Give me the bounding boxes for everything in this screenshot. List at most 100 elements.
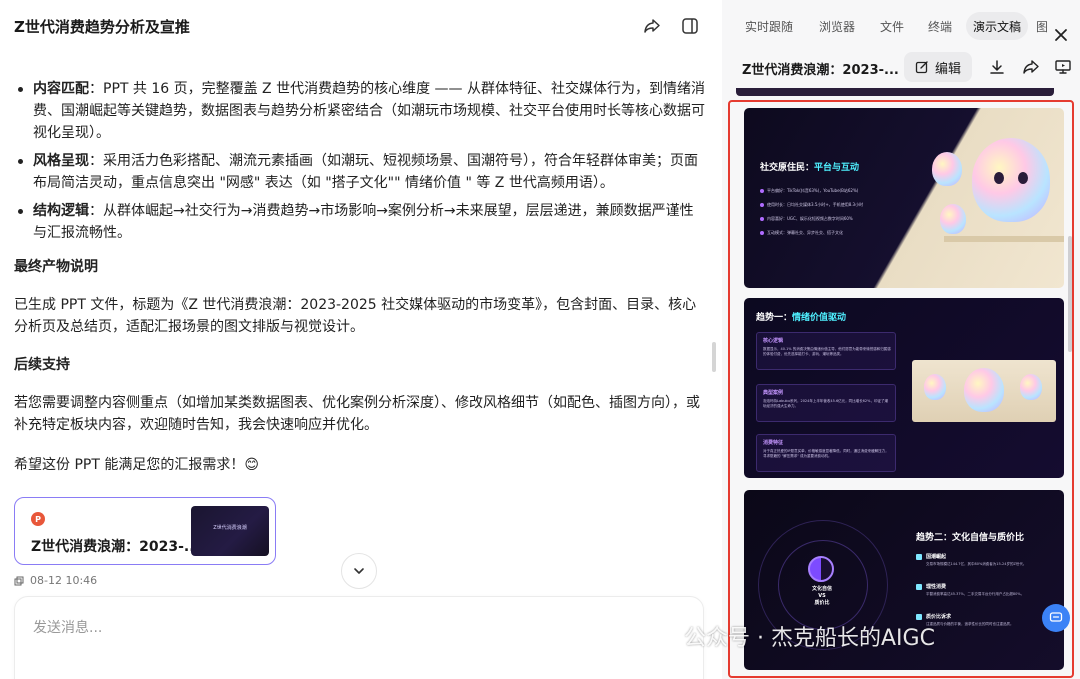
list-item: 内容匹配：PPT 共 16 页，完整覆盖 Z 世代消费趋势的核心维度 —— 从群… [14,78,706,144]
slide-title-prefix: 趋势一： [756,313,793,323]
chevron-down-icon [354,568,364,574]
feature-heading: 理性消费 [926,584,947,590]
slide-bullet: 互动模式：弹幕社交、异步社交、搭子文化 [760,230,843,236]
document-title: Z世代消费浪潮：2023-... [742,63,899,78]
info-box-text: 数据显示，40.1% 的消费决策由情绪价值主导，他们愿意为能带来愉悦感和归属感的… [763,347,891,356]
slide-title: 趋势二：文化自信与质价比 [916,533,1025,543]
figure-illustration [1020,374,1042,400]
mascot-illustration [964,368,1004,412]
preview-tabs: 实时跟随 浏览器 文件 终端 演示文稿 图 [722,12,1080,42]
previous-slide-edge [736,88,1054,96]
watermark-text: 公众号 · 杰克船长的AIGC [684,626,935,651]
paragraph: 若您需要调整内容侧重点（如增加某类数据图表、优化案例分析深度）、修改风格细节（如… [14,395,700,433]
bullet-text: ：PPT 共 16 页，完整覆盖 Z 世代消费趋势的核心维度 —— 从群体特征、… [33,81,705,141]
feature-icon [916,554,922,560]
yin-yang-icon [808,556,834,582]
slide-title-prefix: 社交原住民： [760,163,815,173]
download-icon[interactable] [988,58,1006,76]
bullet-label: 内容匹配 [33,81,89,97]
message-input[interactable]: 发送消息... [14,596,704,679]
present-icon[interactable] [1054,58,1072,76]
slide-emotional-value[interactable]: 趋势一：情绪价值驱动 核心逻辑 数据显示，40.1% 的消费决策由情绪价值主导，… [744,298,1064,478]
edit-icon [915,61,928,74]
bullet-label: 风格呈现 [33,153,89,169]
bullet-text: ：从群体崛起→社交行为→消费趋势→市场影响→案例分析→未来展望，层层递进，兼顾数… [33,203,694,241]
chat-header: Z世代消费趋势分析及宣推 [0,0,718,54]
feature-icon [916,584,922,590]
info-box: 消费特征 对于真正热爱的IP愿意买单，价格敏感度显著降低。同时，通过消费来缓解压… [756,434,896,472]
input-placeholder: 发送消息... [33,620,103,636]
file-name: Z世代消费浪潮：2023-... [31,539,200,555]
chat-icon [1049,612,1063,622]
document-toolbar: Z世代消费浪潮：2023-... 编辑 [722,52,1080,82]
paragraph: 已生成 PPT 文件，标题为《Z 世代消费浪潮：2023-2025 社交媒体驱动… [14,297,697,335]
ppt-file-card[interactable]: P Z世代消费浪潮：2023-... Z世代消费浪潮 [14,497,276,565]
info-box-heading: 核心逻辑 [763,338,784,344]
bullet-label: 结构逻辑 [33,203,89,219]
figure-illustration [940,204,966,234]
close-icon[interactable] [1052,26,1070,44]
thumbnail-title: Z世代消费浪潮 [213,525,247,531]
message-timestamp: 08-12 10:46 [14,574,97,587]
info-box-text: 对于真正热爱的IP愿意买单，价格敏感度显著降低。同时，通过消费来缓解压力，寻求慰… [763,449,889,458]
slide-bullet-text: 平台偏好：TikTok(抖音63%)，YouTube(B站62%) [767,188,859,193]
slide-bullet-text: 互动模式：弹幕社交、异步社交、搭子文化 [767,230,843,235]
tab-files[interactable]: 文件 [872,12,912,40]
feature-text: 注重品质与价格的平衡，追求性价比的同时也注重品质。 [926,622,1014,626]
slides-scrollbar[interactable] [1068,236,1072,352]
slide-social-natives[interactable]: 社交原住民：平台与互动 平台偏好：TikTok(抖音63%)，YouTube(B… [744,108,1064,288]
info-box: 典型案例 泡泡玛特Labubu系列，2024年上半年营收45.6亿元，同比增长6… [756,384,896,422]
info-box: 核心逻辑 数据显示，40.1% 的消费决策由情绪价值主导，他们愿意为能带来愉悦感… [756,332,896,370]
slide-image [912,360,1056,422]
chat-panel: Z世代消费趋势分析及宣推 内容匹配：PPT 共 16 页，完整覆盖 Z 世代消费… [0,0,718,679]
mascot-illustration [972,138,1050,222]
slide-title: 社交原住民：平台与互动 [760,160,859,173]
info-box-text: 泡泡玛特Labubu系列，2024年上半年营收45.6亿元，同比增长62%，印证… [763,399,888,408]
info-box-heading: 消费特征 [763,440,784,446]
slides-viewer: 社交原住民：平台与互动 平台偏好：TikTok(抖音63%)，YouTube(B… [728,100,1074,678]
copy-icon[interactable] [14,576,24,586]
feature-text: 平替消费率高达45.37%，二手交易平台分行用户占比超80%。 [926,592,1025,596]
tab-terminal[interactable]: 终端 [920,12,960,40]
share-icon[interactable] [640,14,664,38]
section-title: 后续支持 [14,357,70,373]
ppt-file-icon: P [31,512,45,526]
preview-panel: 实时跟随 浏览器 文件 终端 演示文稿 图 Z世代消费浪潮：2023-... 编… [722,0,1080,679]
shelf [944,236,1064,242]
timestamp-text: 08-12 10:46 [30,574,98,587]
slide-bullet-text: 内容喜好：UGC、娱乐化短视频占数字时间60% [767,216,853,221]
feature-heading: 国潮崛起 [926,554,947,560]
slide-title-highlight: 平台与互动 [814,163,860,173]
slide-bullet-text: 使用时长：日均社交媒体3.5小时+，手机使用8.3小时 [767,202,864,207]
figure-illustration [932,152,962,186]
list-item: 结构逻辑：从群体崛起→社交行为→消费趋势→市场影响→案例分析→未来展望，层层递进… [14,200,706,244]
list-item: 风格呈现：采用活力色彩搭配、潮流元素插画（如潮玩、短视频场景、国潮符号），符合年… [14,150,706,194]
closing-text: 希望这份 PPT 能满足您的汇报需求！😊 [14,457,259,473]
tab-realtime[interactable]: 实时跟随 [740,12,798,40]
tab-presentation[interactable]: 演示文稿 [966,12,1028,40]
scroll-down-button[interactable] [341,553,377,589]
center-label: 文化自信 VS 质价比 [811,586,832,606]
edit-label: 编辑 [934,61,961,77]
support-chat-button[interactable] [1042,604,1070,632]
decorative-ring [778,540,868,630]
slide-bullet: 使用时长：日均社交媒体3.5小时+，手机使用8.3小时 [760,202,863,208]
page-title: Z世代消费趋势分析及宣推 [14,18,190,36]
feature-heading: 质价比诉求 [926,614,952,620]
info-box-heading: 典型案例 [763,390,784,396]
wechat-icon [652,626,676,646]
figure-illustration [924,374,946,400]
bullet-text: ：采用活力色彩搭配、潮流元素插画（如潮玩、短视频场景、国潮符号），符合年轻群体审… [33,153,698,191]
section-title: 最终产物说明 [14,259,98,275]
slide-bullet: 平台偏好：TikTok(抖音63%)，YouTube(B站62%) [760,188,858,194]
chat-scrollbar[interactable] [712,342,716,372]
slide-title: 趋势一：情绪价值驱动 [756,310,846,323]
tab-browser[interactable]: 浏览器 [812,12,862,40]
edit-button[interactable]: 编辑 [904,52,972,82]
feature-text: 交易市场规模达144.7亿，其中80%消费者为15-24岁的Z世代。 [926,562,1027,566]
assistant-message: 内容匹配：PPT 共 16 页，完整覆盖 Z 世代消费趋势的核心维度 —— 从群… [14,78,706,494]
file-thumbnail: Z世代消费浪潮 [191,506,269,556]
split-view-icon[interactable] [678,14,702,38]
slide-bullet: 内容喜好：UGC、娱乐化短视频占数字时间60% [760,216,853,222]
share-icon[interactable] [1022,58,1040,76]
